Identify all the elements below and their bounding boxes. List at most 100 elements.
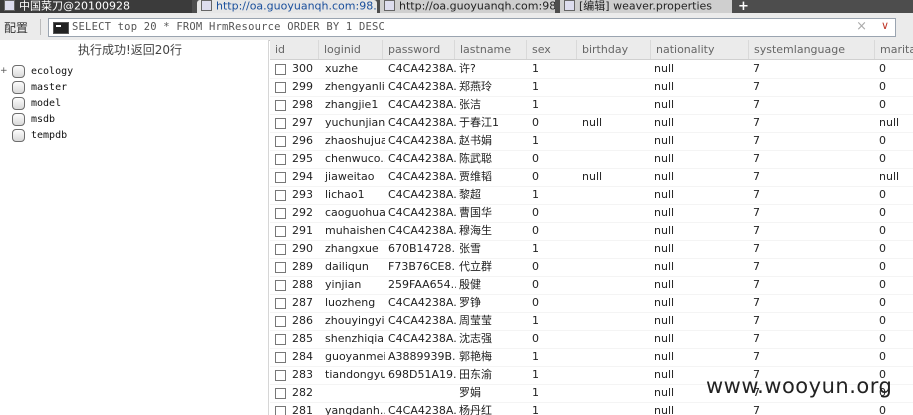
table-row[interactable]: 290 zhangxue 670B14728... 张雪 1 null 7 0 (270, 240, 913, 259)
cell-loginid: zhengyanli... (325, 80, 385, 93)
table-row[interactable]: 292 caoguohuaC4CA4238A...曹国华 0 null 7 0 (270, 204, 913, 223)
table-row[interactable]: 281 yangdanh...C4CA4238A...杨丹红 1 null 7 0 (270, 402, 913, 415)
clear-icon[interactable]: × (856, 19, 867, 34)
cell-id: 300 (292, 62, 313, 75)
cell-systemlanguage: 7 (753, 296, 760, 309)
row-checkbox[interactable] (275, 280, 286, 291)
table-row[interactable]: 293 lichao1 C4CA4238A...黎超 1 null 7 0 (270, 186, 913, 205)
expand-icon[interactable]: + (0, 67, 8, 76)
cell-id: 299 (292, 80, 313, 93)
tree-node-ecology[interactable]: + ecology (0, 64, 120, 80)
table-row[interactable]: 286 zhouyingyi...C4CA4238A...周莹莹 1 null 7 0 (270, 312, 913, 331)
row-checkbox[interactable] (275, 190, 286, 201)
row-checkbox[interactable] (275, 316, 286, 327)
tab-oa-1[interactable]: http://oa.guoyuanqh.com:98... (197, 0, 377, 13)
table-row[interactable]: 284 guoyanmei A3889939B... 郭艳梅 1 null 7 0 (270, 348, 913, 367)
tab-oa-2[interactable]: http://oa.guoyuanqh.com:98... (380, 0, 555, 13)
row-checkbox[interactable] (275, 208, 286, 219)
table-row[interactable]: 298 zhangjie1 C4CA4238A...张洁 1 null 7 0 (270, 96, 913, 115)
cell-loginid: dailiqun (325, 260, 369, 273)
tree-node-msdb[interactable]: msdb (0, 112, 120, 128)
row-checkbox[interactable] (275, 406, 286, 415)
row-checkbox[interactable] (275, 100, 286, 111)
table-row[interactable]: 299 zhengyanli...C4CA4238A...郑燕玲 1 null 7 0 (270, 78, 913, 97)
tab-caidao[interactable]: 中国菜刀@20100928 (0, 0, 192, 13)
column-header-loginid[interactable]: loginid (318, 40, 382, 59)
row-checkbox[interactable] (275, 82, 286, 93)
row-checkbox[interactable] (275, 370, 286, 381)
table-row[interactable]: 300 xuzhe C4CA4238A...许? 1 null 7 0 (270, 60, 913, 79)
row-checkbox[interactable] (275, 262, 286, 273)
table-row[interactable]: 297 yuchunjian...C4CA4238A...于春江1 0 null nul… (270, 114, 913, 133)
cell-nationality: null (654, 314, 675, 327)
watermark: www.wooyun.org (706, 374, 893, 398)
cell-id: 287 (292, 296, 313, 309)
tree-node-label: ecology (31, 66, 74, 77)
table-row[interactable]: 288 yinjian 259FAA654... 殷健 0 null 7 0 (270, 276, 913, 295)
row-checkbox[interactable] (275, 226, 286, 237)
cell-loginid: zhangxue (325, 242, 379, 255)
chevron-down-icon[interactable]: ∨ (881, 19, 889, 32)
config-button[interactable]: 配置 (4, 19, 28, 36)
cell-systemlanguage: 7 (753, 98, 760, 111)
cell-sex: 0 (532, 224, 539, 237)
tree-node-tempdb[interactable]: tempdb (0, 128, 120, 144)
column-header-id[interactable]: id (270, 40, 318, 59)
cell-birthday (580, 366, 650, 384)
tree-node-label: tempdb (31, 130, 68, 141)
column-header-lastname[interactable]: lastname (454, 40, 526, 59)
row-checkbox[interactable] (275, 154, 286, 165)
table-row[interactable]: 295 chenwuco...C4CA4238A...陈武聪 0 null 7 0 (270, 150, 913, 169)
cell-birthday (580, 330, 650, 348)
cell-password: C4CA4238A... (388, 98, 456, 111)
cell-password: C4CA4238A... (388, 62, 456, 75)
cell-maritals: null (879, 170, 900, 183)
cell-lastname: 张雪 (459, 242, 481, 255)
cell-birthday: null (582, 116, 603, 129)
column-header-nationality[interactable]: nationality (650, 40, 748, 59)
cell-password: C4CA4238A... (388, 80, 456, 93)
cell-id: 291 (292, 224, 313, 237)
table-row[interactable]: 296 zhaoshujuanC4CA4238A...赵书娟 1 null 7 0 (270, 132, 913, 151)
cell-systemlanguage: 7 (753, 62, 760, 75)
table-row[interactable]: 285 shenzhiqia...C4CA4238A...沈志强 0 null 7 0 (270, 330, 913, 349)
new-tab-button[interactable]: + (738, 0, 749, 13)
column-header-sex[interactable]: sex (526, 40, 576, 59)
cell-password: 670B14728... (388, 242, 456, 255)
cell-maritals: 0 (879, 188, 886, 201)
column-header-password[interactable]: password (382, 40, 454, 59)
column-header-systemlanguage[interactable]: systemlanguage (748, 40, 874, 59)
cell-maritals: null (879, 116, 900, 129)
column-header-maritals[interactable]: maritals (874, 40, 913, 59)
cell-birthday (580, 240, 650, 258)
row-checkbox[interactable] (275, 244, 286, 255)
table-row[interactable]: 289 dailiqun F73B76CE8... 代立群 0 null 7 0 (270, 258, 913, 277)
row-checkbox[interactable] (275, 298, 286, 309)
table-row[interactable]: 287 luozheng C4CA4238A...罗铮 0 null 7 0 (270, 294, 913, 313)
tab-weaver-properties[interactable]: [编辑] weaver.properties (560, 0, 732, 13)
cell-lastname: 殷健 (459, 278, 481, 291)
cell-loginid: muhaisheng (325, 224, 385, 237)
column-header-birthday[interactable]: birthday (576, 40, 650, 59)
row-checkbox[interactable] (275, 172, 286, 183)
row-checkbox[interactable] (275, 352, 286, 363)
table-row[interactable]: 291 muhaishengC4CA4238A...穆海生 0 null 7 0 (270, 222, 913, 241)
row-checkbox[interactable] (275, 334, 286, 345)
row-checkbox[interactable] (275, 388, 286, 399)
row-checkbox[interactable] (275, 64, 286, 75)
cell-systemlanguage: 7 (753, 170, 760, 183)
row-checkbox[interactable] (275, 118, 286, 129)
cell-password: C4CA4238A... (388, 332, 456, 345)
cell-id: 294 (292, 170, 313, 183)
table-row[interactable]: 294 jiaweitao C4CA4238A...贾维韬 0 null null 7 nul… (270, 168, 913, 187)
page-icon (384, 0, 395, 11)
tree-node-master[interactable]: master (0, 80, 120, 96)
cell-maritals: 0 (879, 278, 886, 291)
tree-node-model[interactable]: model (0, 96, 120, 112)
cell-loginid: zhouyingyi... (325, 314, 385, 327)
cell-nationality: null (654, 332, 675, 345)
row-checkbox[interactable] (275, 136, 286, 147)
cell-lastname: 杨丹红 (459, 404, 492, 415)
cell-maritals: 0 (879, 224, 886, 237)
sql-query-input[interactable]: SELECT top 20 * FROM HrmResource ORDER B… (48, 18, 896, 37)
